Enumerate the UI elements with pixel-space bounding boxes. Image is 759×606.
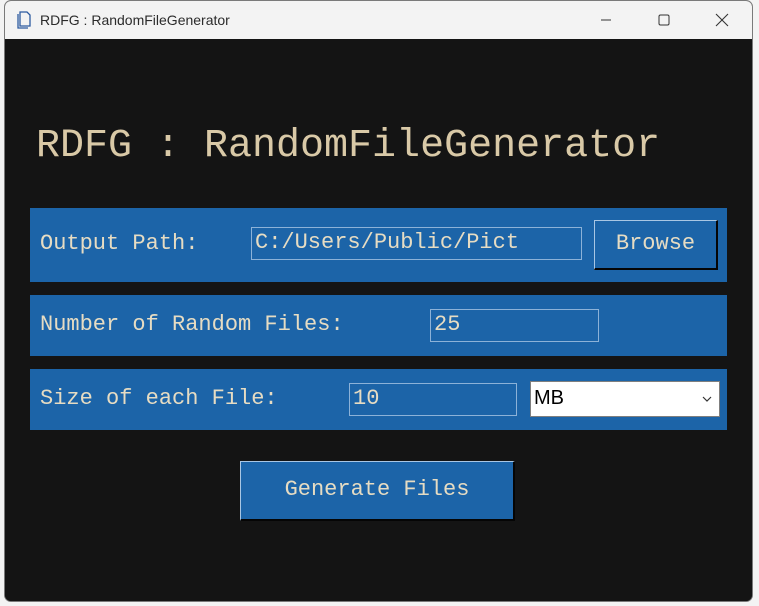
app-window: RDFG : RandomFileGenerator RDFG : Random… bbox=[4, 0, 753, 602]
close-button[interactable] bbox=[693, 1, 751, 39]
minimize-button[interactable] bbox=[577, 1, 635, 39]
app-heading: RDFG : RandomFileGenerator bbox=[36, 124, 661, 169]
size-unit-select[interactable]: MB bbox=[530, 381, 720, 417]
title-bar[interactable]: RDFG : RandomFileGenerator bbox=[5, 1, 752, 39]
browse-button[interactable]: Browse bbox=[594, 220, 718, 270]
chevron-down-icon bbox=[702, 396, 712, 402]
main-content: RDFG : RandomFileGenerator Output Path: … bbox=[5, 39, 752, 601]
output-path-panel: Output Path: C:/Users/Public/Pict Browse bbox=[30, 208, 727, 282]
file-size-panel: Size of each File: 10 MB bbox=[30, 369, 727, 430]
num-files-label: Number of Random Files: bbox=[40, 312, 344, 337]
size-unit-value: MB bbox=[534, 387, 564, 409]
num-files-input[interactable]: 25 bbox=[430, 309, 599, 342]
file-size-label: Size of each File: bbox=[40, 386, 278, 411]
maximize-icon bbox=[658, 14, 670, 26]
minimize-icon bbox=[601, 19, 611, 21]
close-icon bbox=[715, 13, 729, 27]
document-icon bbox=[17, 11, 31, 29]
output-path-input[interactable]: C:/Users/Public/Pict bbox=[251, 227, 582, 260]
file-size-input[interactable]: 10 bbox=[349, 383, 517, 416]
generate-files-button[interactable]: Generate Files bbox=[240, 461, 515, 521]
num-files-panel: Number of Random Files: 25 bbox=[30, 295, 727, 356]
window-title: RDFG : RandomFileGenerator bbox=[40, 12, 230, 28]
maximize-button[interactable] bbox=[635, 1, 693, 39]
output-path-label: Output Path: bbox=[40, 231, 199, 256]
